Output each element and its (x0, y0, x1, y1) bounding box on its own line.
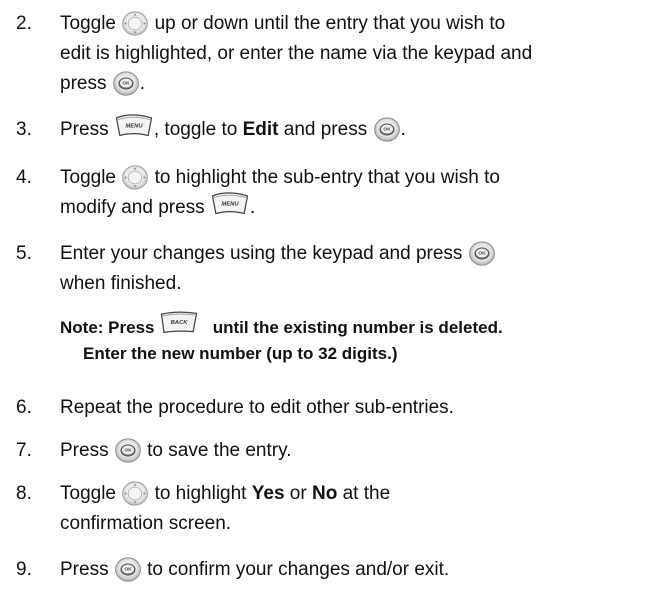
step-number: 7. (16, 440, 32, 461)
step-number: 8. (16, 483, 32, 504)
ok-key-icon (468, 240, 496, 267)
menu-key-icon (210, 191, 250, 216)
step-2-line-2: edit is highlighted, or enter the name v… (60, 43, 533, 64)
step-text: Repeat the procedure to edit other sub-e… (60, 393, 651, 423)
step-3-period: . (400, 119, 406, 140)
step-3-text-c: and press (283, 119, 368, 140)
step-text: Enter your changes using the keypad and … (60, 239, 651, 299)
step-text: Press , toggle to Edit and press . (60, 115, 651, 145)
menu-key-icon (114, 113, 154, 138)
navigation-key-icon (121, 10, 149, 37)
step-9-text-a: Press (60, 559, 109, 580)
ok-key-icon (112, 70, 140, 97)
step-5-text-a: Enter your changes using the keypad and … (60, 243, 463, 264)
step-text: Toggle to highlight the sub-entry that y… (60, 163, 651, 223)
step-text: Press to save the entry. (60, 436, 651, 466)
navigation-key-icon (121, 480, 149, 507)
step-8-text-c: at the (342, 483, 391, 504)
note-line-2: Enter the new number (up to 32 digits.) (83, 344, 398, 363)
step-7-text-a: Press (60, 440, 109, 461)
step-4-text-a: Toggle (60, 167, 116, 188)
step-8-text-a: Toggle (60, 483, 116, 504)
step-5-line-2: when finished. (60, 273, 182, 294)
step-3-text-b: , toggle to (153, 119, 238, 140)
step-number: 4. (16, 167, 32, 188)
ok-key-icon (373, 116, 401, 143)
note-text-b: until the existing number is deleted. (212, 318, 503, 337)
step-text: Press to confirm your changes and/or exi… (60, 555, 651, 585)
step-2-text-b: up or down until the entry that you wish… (154, 13, 506, 34)
step-9-text-b: to confirm your changes and/or exit. (147, 559, 450, 580)
step-text: Toggle to highlight Yes or No at the con… (60, 479, 651, 539)
step-8-bold-no: No (311, 483, 338, 504)
step-2-text-a: Toggle (60, 13, 116, 34)
step-8-text-or: or (289, 483, 307, 504)
navigation-key-icon (121, 164, 149, 191)
step-4-text-b: to highlight the sub-entry that you wish… (154, 167, 500, 188)
step-4-period: . (249, 197, 256, 218)
step-8-bold-yes: Yes (251, 483, 285, 504)
step-2-text-c: press (60, 73, 107, 94)
note-text-a: Note: Press (60, 318, 155, 337)
step-8-line-2: confirmation screen. (60, 513, 232, 534)
step-number: 6. (16, 397, 32, 418)
step-6-text: Repeat the procedure to edit other sub-e… (60, 397, 454, 418)
ok-key-icon (114, 556, 142, 583)
step-2-period: . (139, 73, 146, 94)
step-3-bold-edit: Edit (242, 119, 279, 140)
step-number: 5. (16, 243, 32, 264)
note: Note: Press until the existing number is… (60, 315, 503, 367)
ok-key-icon (114, 437, 142, 464)
back-key-icon (159, 310, 199, 335)
step-number: 3. (16, 119, 32, 140)
step-7-text-b: to save the entry. (147, 440, 292, 461)
step-8-text-b: to highlight (154, 483, 247, 504)
step-number: 2. (16, 13, 32, 34)
step-4-text-c: modify and press (60, 197, 205, 218)
step-3-text-a: Press (60, 119, 109, 140)
step-number: 9. (16, 559, 32, 580)
step-text: Toggle up or down until the entry that y… (60, 9, 651, 99)
